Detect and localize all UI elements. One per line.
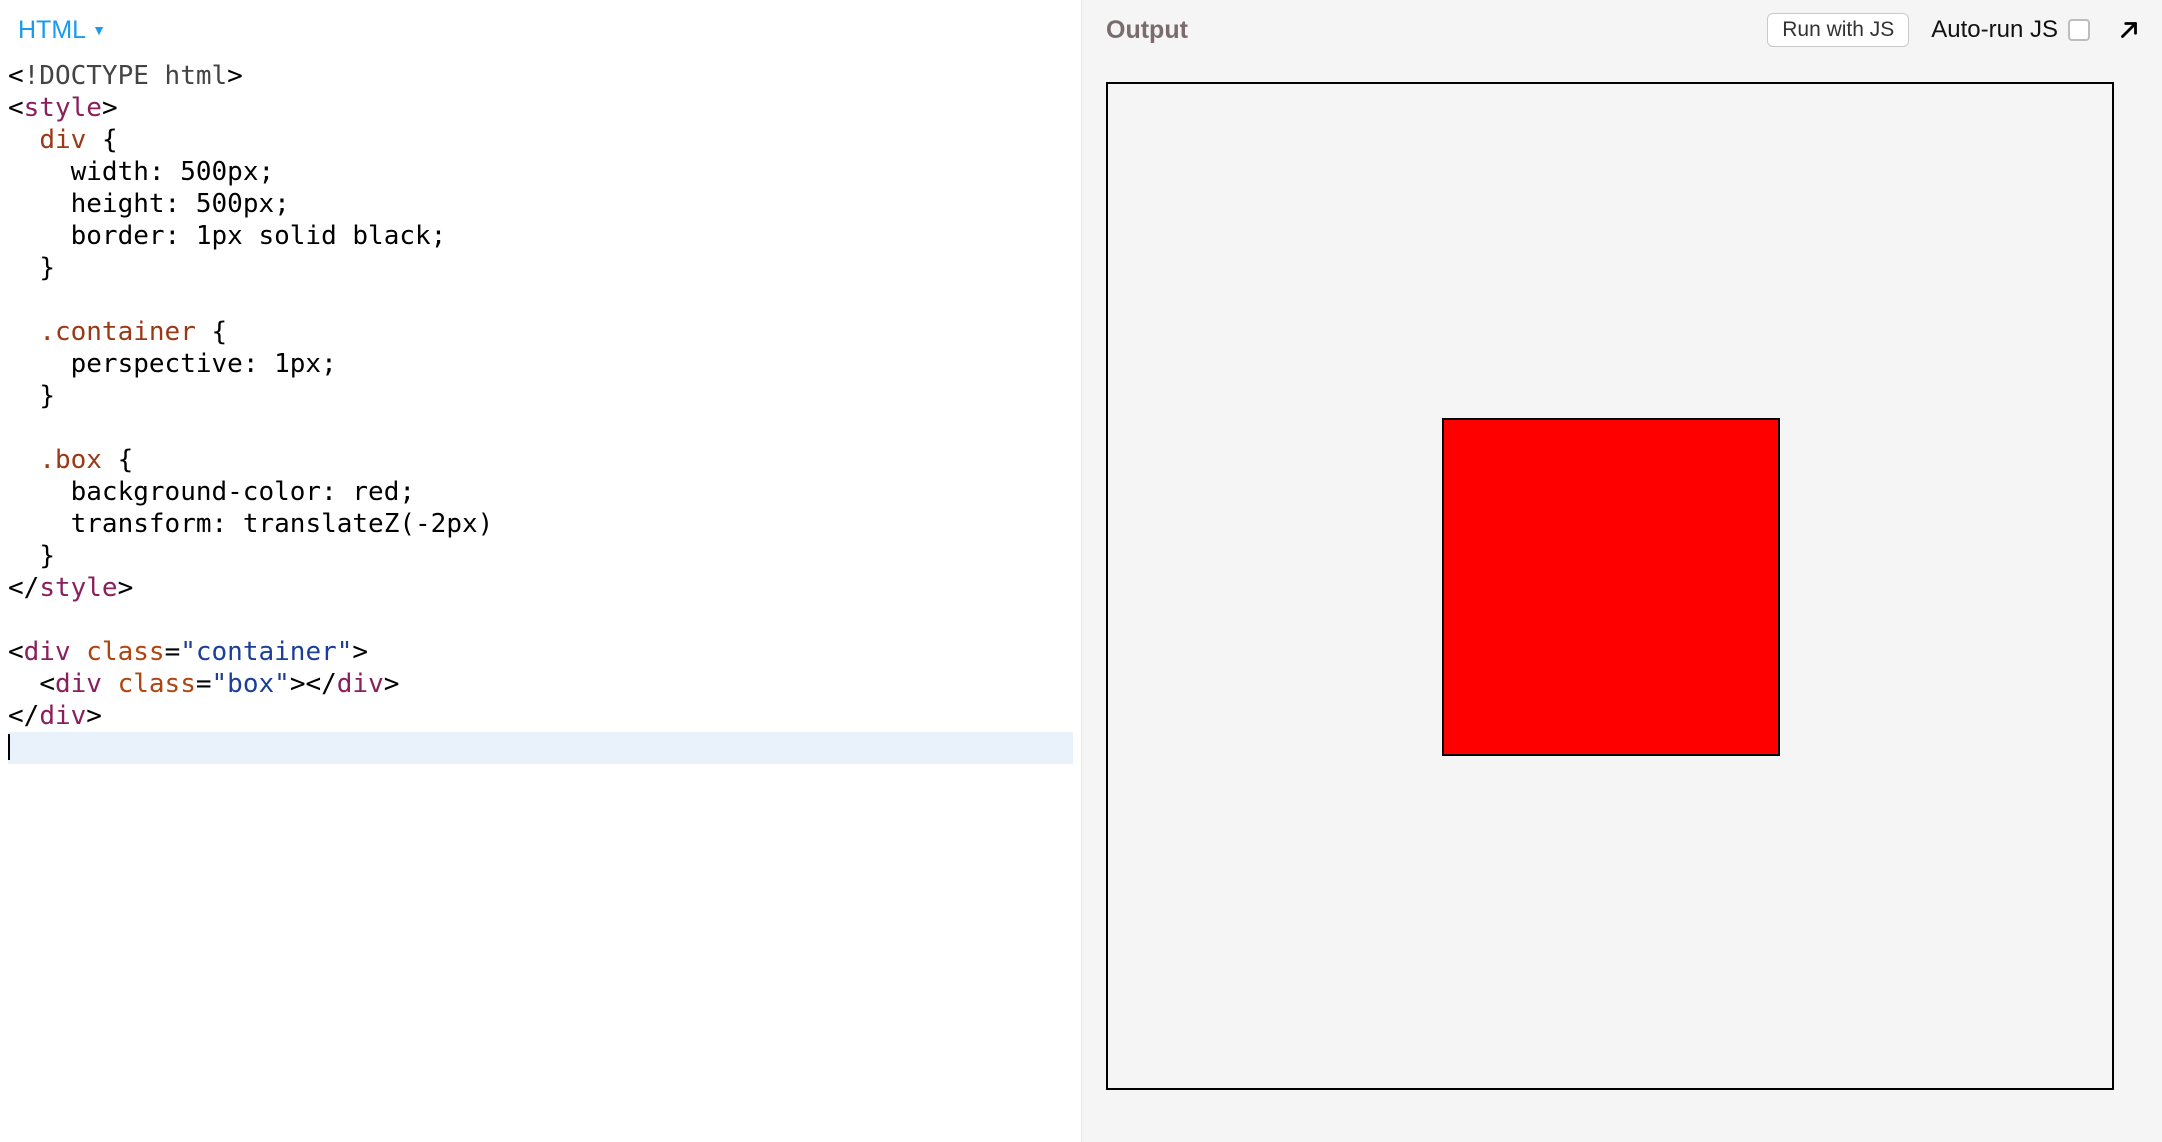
output-pane: Output Run with JS Auto-run JS: [1081, 0, 2162, 1142]
chevron-down-icon: ▼: [92, 22, 106, 38]
output-body: [1082, 60, 2162, 1142]
output-header: Output Run with JS Auto-run JS: [1082, 0, 2162, 60]
run-with-js-button[interactable]: Run with JS: [1767, 13, 1909, 47]
output-label: Output: [1106, 16, 1188, 45]
app-root: HTML ▼ <!DOCTYPE html><style> div { widt…: [0, 0, 2162, 1142]
language-selector-label: HTML: [18, 16, 86, 45]
editor-pane: HTML ▼ <!DOCTYPE html><style> div { widt…: [0, 0, 1081, 1142]
preview-box-div: [1442, 418, 1780, 756]
auto-run-js-label: Auto-run JS: [1931, 16, 2058, 44]
auto-run-js-checkbox[interactable]: [2068, 19, 2090, 41]
auto-run-js-toggle[interactable]: Auto-run JS: [1931, 16, 2090, 44]
output-preview: [1106, 82, 2116, 1092]
editor-header: HTML ▼: [0, 0, 1081, 60]
code-editor[interactable]: <!DOCTYPE html><style> div { width: 500p…: [0, 60, 1081, 1142]
expand-icon[interactable]: [2116, 17, 2142, 43]
language-selector[interactable]: HTML ▼: [10, 12, 114, 49]
